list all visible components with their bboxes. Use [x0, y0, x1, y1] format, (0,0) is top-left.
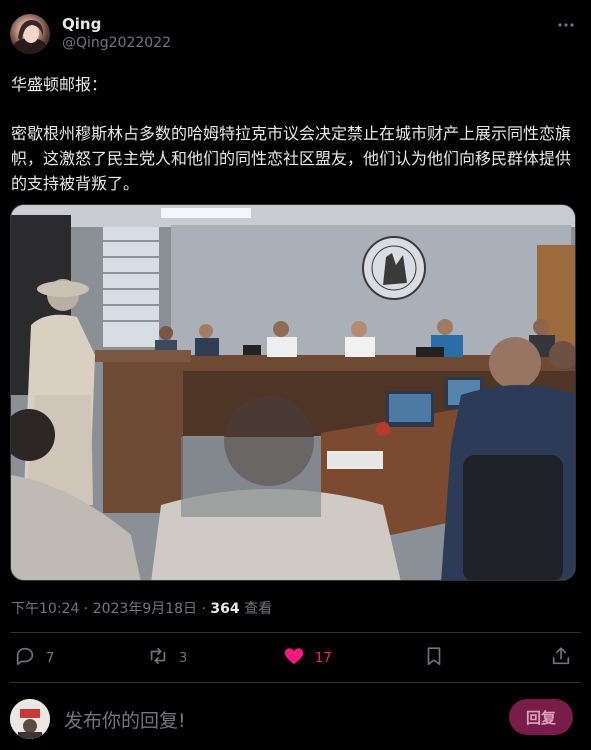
- like-icon: [283, 645, 305, 671]
- share-icon: [550, 645, 572, 671]
- divider-top: [10, 632, 581, 633]
- like-button[interactable]: 17: [283, 646, 332, 670]
- divider-bottom: [10, 682, 581, 683]
- like-count: 17: [315, 650, 332, 666]
- reply-input[interactable]: 发布你的回复!: [64, 706, 186, 733]
- post-text-heading: 华盛顿邮报：: [11, 75, 108, 94]
- reply-button[interactable]: 7: [14, 646, 54, 670]
- more-icon[interactable]: [557, 16, 575, 38]
- repost-icon: [147, 645, 169, 671]
- post-meta: 下午10:24 · 2023年9月18日 · 364 查看: [11, 598, 272, 618]
- repost-button[interactable]: 3: [147, 646, 187, 670]
- bookmark-icon: [423, 645, 445, 671]
- reply-submit-button[interactable]: 回复: [509, 699, 573, 735]
- reply-composer: 发布你的回复! 回复: [10, 695, 581, 743]
- share-button[interactable]: [550, 646, 572, 670]
- post-photo[interactable]: [10, 204, 576, 581]
- post-text-body: 密歇根州穆斯林占多数的哈姆特拉克市议会决定禁止在城市财产上展示同性恋旗帜，这激怒…: [11, 124, 572, 193]
- author-name[interactable]: Qing: [62, 15, 101, 33]
- post-timestamp[interactable]: 下午10:24 · 2023年9月18日 ·: [11, 601, 210, 617]
- reply-icon: [14, 645, 36, 671]
- reply-count: 7: [46, 650, 55, 666]
- repost-count: 3: [179, 650, 188, 666]
- views-count: 364: [210, 601, 240, 617]
- author-handle[interactable]: @Qing2022022: [62, 35, 171, 51]
- my-avatar[interactable]: [10, 699, 50, 739]
- author-avatar[interactable]: [10, 14, 50, 54]
- views-label: 查看: [239, 601, 273, 617]
- post-header: Qing @Qing2022022: [10, 12, 581, 56]
- action-bar: 7 3 17: [10, 638, 581, 678]
- bookmark-button[interactable]: [423, 646, 445, 670]
